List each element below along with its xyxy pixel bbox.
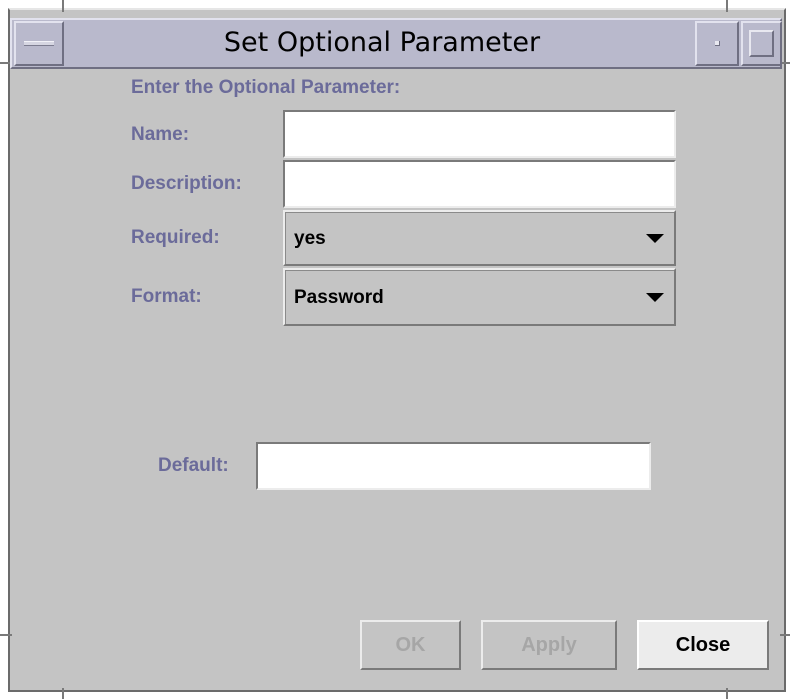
close-button[interactable]: Close: [637, 620, 769, 670]
frame-corner-mark: [726, 0, 728, 12]
apply-button[interactable]: Apply: [481, 620, 617, 670]
window-title: Set Optional Parameter: [223, 27, 541, 58]
chevron-down-icon[interactable]: [646, 234, 664, 243]
minimize-icon[interactable]: [695, 21, 739, 66]
name-field[interactable]: [283, 110, 676, 158]
format-dropdown[interactable]: Password: [283, 268, 676, 326]
required-dropdown[interactable]: yes: [283, 210, 676, 266]
chevron-down-icon[interactable]: [646, 293, 664, 302]
format-selected-value: Password: [294, 287, 384, 308]
window-menu-icon[interactable]: [14, 21, 64, 66]
maximize-icon[interactable]: [741, 21, 782, 66]
description-field[interactable]: [283, 160, 676, 208]
required-selected-value: yes: [294, 228, 326, 249]
ok-button[interactable]: OK: [360, 620, 461, 670]
default-input[interactable]: [258, 444, 649, 488]
frame-corner-mark: [62, 688, 64, 699]
name-label: Name:: [131, 124, 190, 145]
format-label: Format:: [131, 286, 202, 307]
frame-corner-mark: [0, 634, 12, 636]
frame-corner-mark: [62, 0, 64, 12]
frame-corner-mark: [726, 688, 728, 699]
name-input[interactable]: [285, 112, 674, 156]
description-input[interactable]: [285, 162, 674, 206]
required-label: Required:: [131, 227, 220, 248]
frame-corner-mark: [780, 634, 790, 636]
default-label: Default:: [158, 455, 229, 476]
default-field[interactable]: [256, 442, 651, 490]
description-label: Description:: [131, 173, 242, 194]
form-heading: Enter the Optional Parameter:: [131, 77, 401, 98]
